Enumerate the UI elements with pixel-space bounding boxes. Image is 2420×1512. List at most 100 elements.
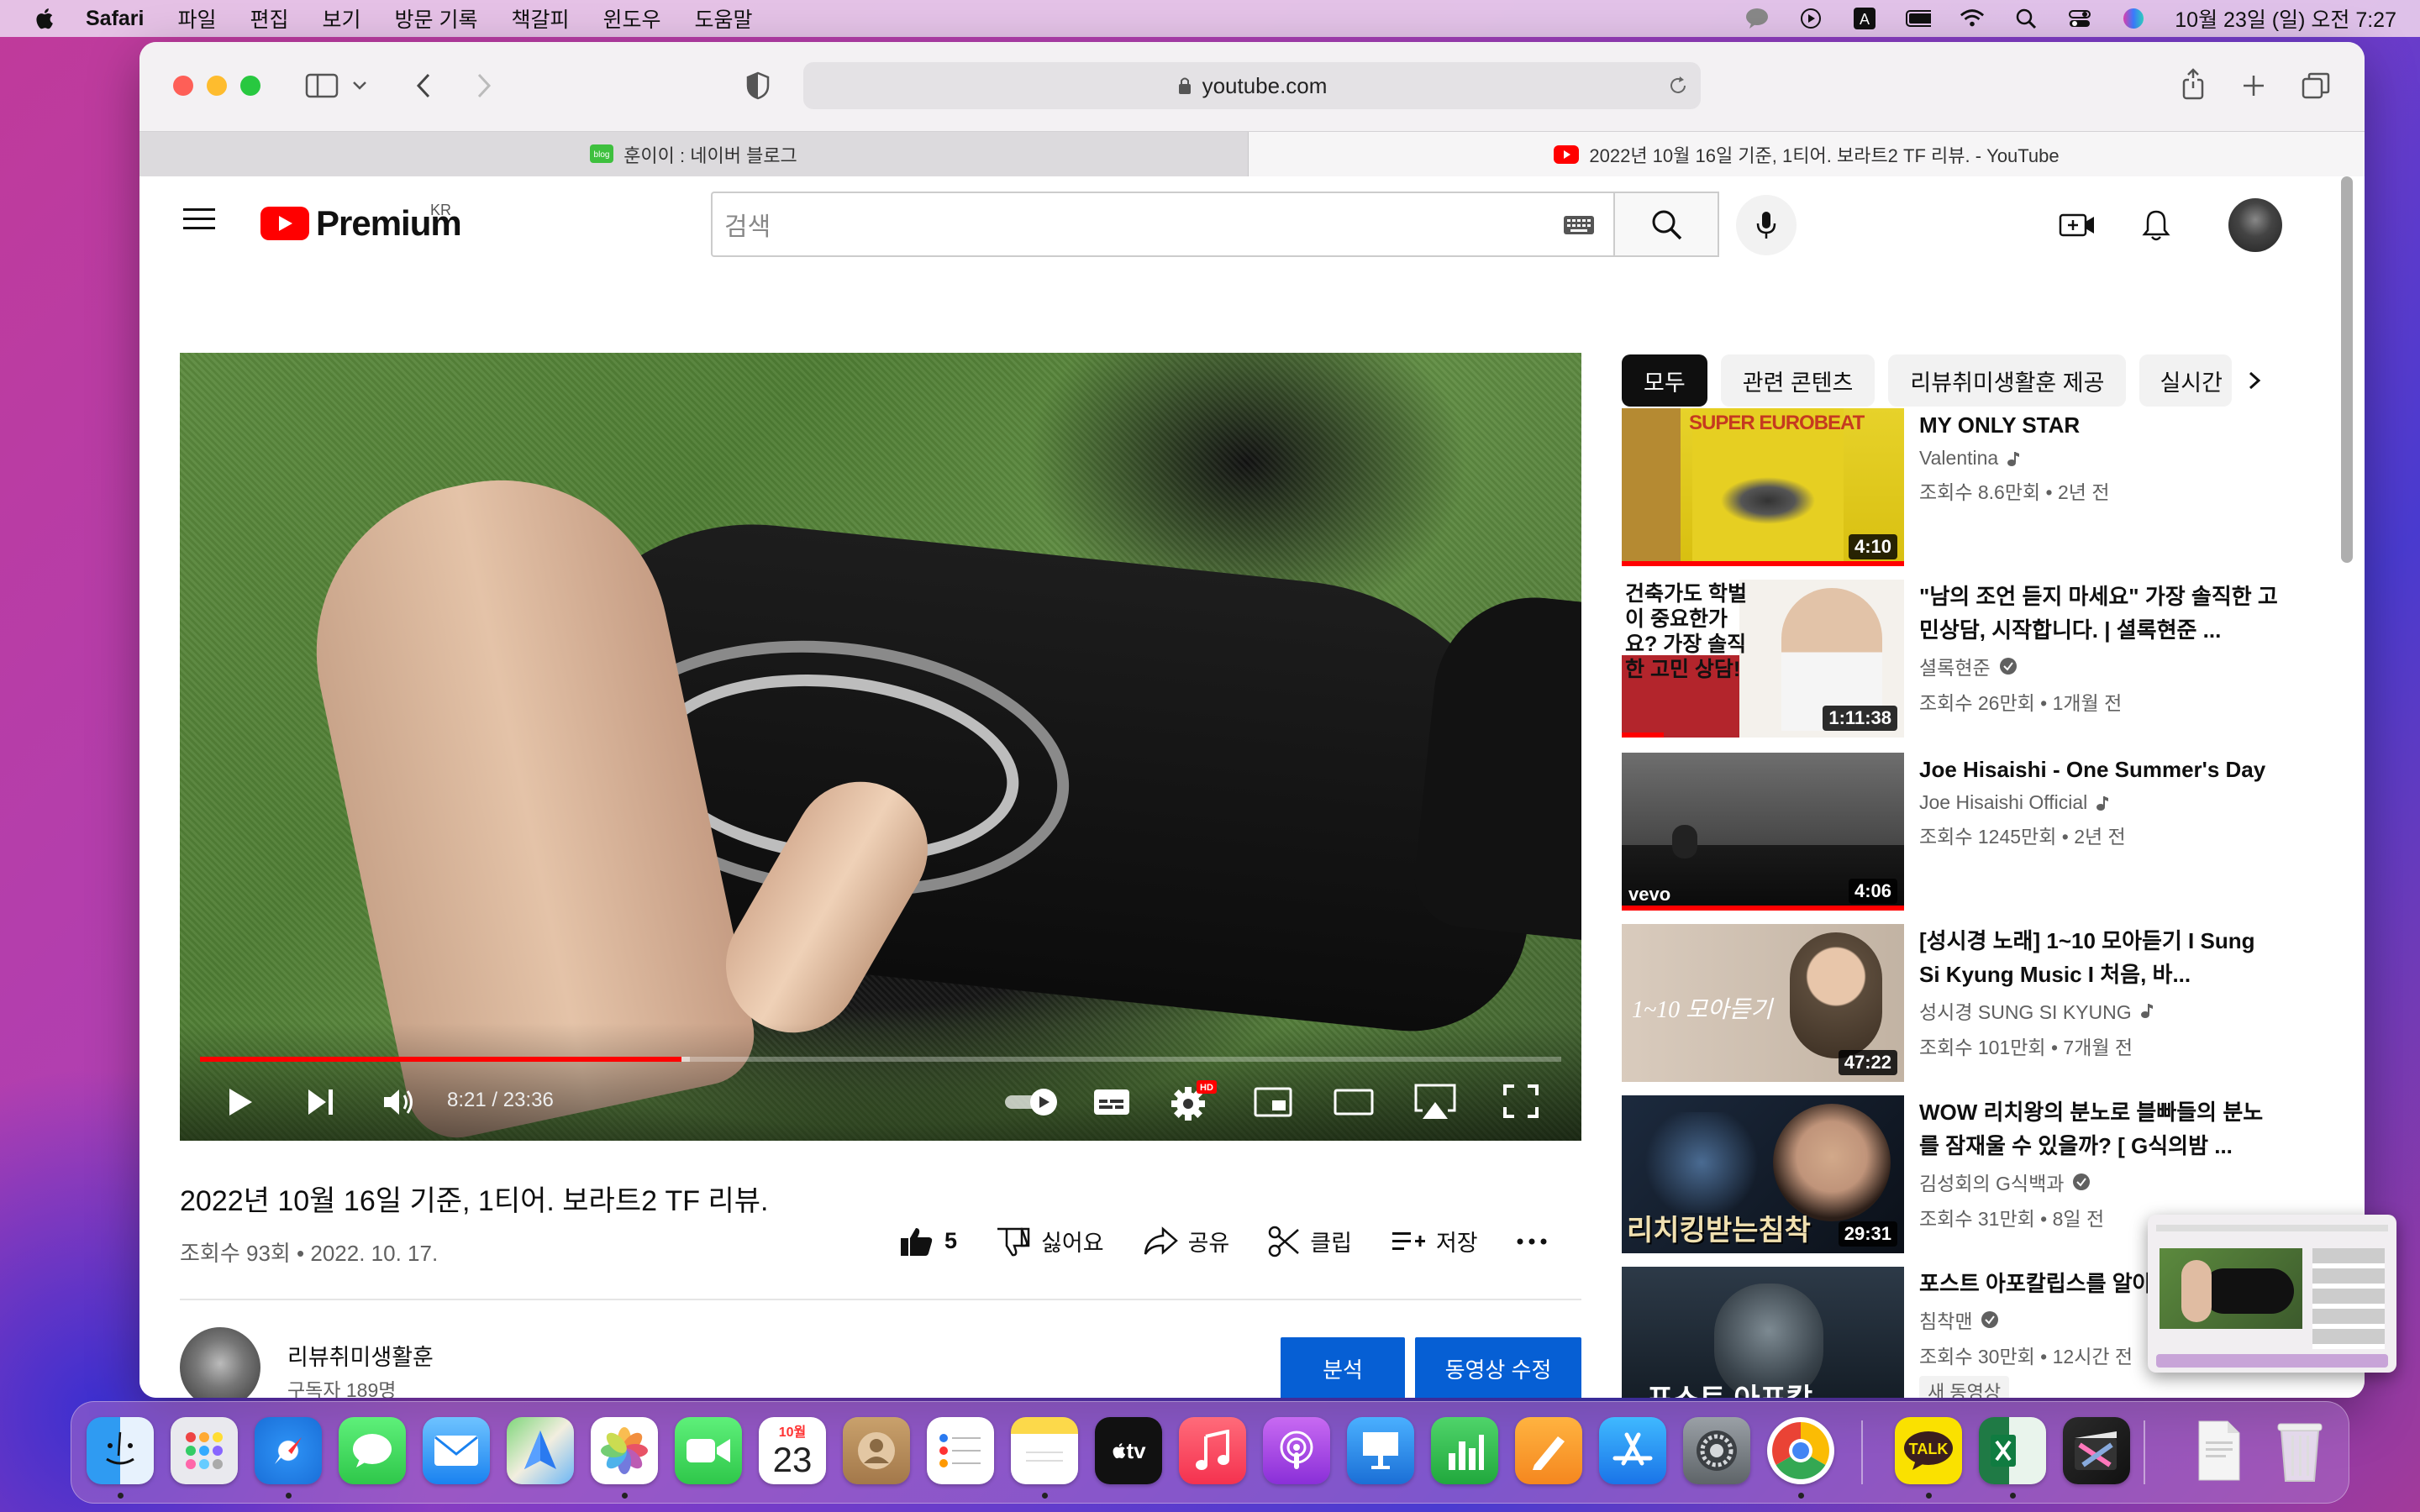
share-icon[interactable]	[2176, 66, 2210, 102]
maps-icon[interactable]	[507, 1417, 574, 1484]
recommendation-item[interactable]: vevo 4:06 Joe Hisaishi - One Summer's Da…	[1622, 753, 2353, 912]
fullscreen-button[interactable]	[1501, 1082, 1541, 1121]
theater-mode-button[interactable]	[1333, 1087, 1375, 1117]
new-tab-icon[interactable]	[2237, 69, 2270, 102]
channel-name[interactable]: 리뷰취미생활훈	[287, 1339, 434, 1372]
chip-related[interactable]: 관련 콘텐츠	[1720, 354, 1876, 407]
recommendation-channel[interactable]: Joe Hisaishi Official	[1919, 791, 2087, 814]
recommendation-item[interactable]: 건축가도 학벌이 중요한가요? 가장 솔직한 고민 상담! 1:11:38 "남…	[1622, 580, 2353, 739]
video-player[interactable]: 8:21 / 23:36 HD	[180, 353, 1581, 1141]
messages-icon[interactable]	[339, 1417, 406, 1484]
app-store-icon[interactable]	[1599, 1417, 1666, 1484]
minimize-window-button[interactable]	[207, 76, 227, 96]
control-center-icon[interactable]	[2067, 8, 2092, 29]
chip-all[interactable]: 모두	[1622, 354, 1707, 407]
clip-button[interactable]: 클립	[1268, 1225, 1352, 1257]
system-preferences-icon[interactable]	[1683, 1417, 1750, 1484]
tab-overview-icon[interactable]	[2299, 69, 2333, 102]
input-source-icon[interactable]: A	[1852, 8, 1877, 29]
recommendation-thumbnail[interactable]: vevo 4:06	[1622, 753, 1904, 911]
like-button[interactable]: 5	[899, 1226, 957, 1257]
kakaotalk-icon[interactable]: TALK	[1895, 1417, 1962, 1484]
close-window-button[interactable]	[173, 76, 193, 96]
miniplayer-button[interactable]	[1252, 1085, 1294, 1119]
notifications-bell-icon[interactable]	[2136, 205, 2176, 245]
hamburger-menu-icon[interactable]	[183, 207, 215, 232]
chip-from-channel[interactable]: 리뷰취미생활훈 제공	[1888, 354, 2127, 407]
youtube-premium-logo[interactable]: Premium KR	[260, 202, 462, 244]
chips-next-chevron-icon[interactable]	[2240, 366, 2269, 395]
edit-video-button[interactable]: 동영상 수정	[1415, 1337, 1581, 1398]
recommendation-channel[interactable]: 침착맨	[1919, 1305, 1972, 1334]
privacy-shield-icon[interactable]	[743, 69, 773, 102]
recommendation-channel[interactable]: 성시경 SUNG SI KYUNG	[1919, 996, 2132, 1025]
notes-icon[interactable]	[1011, 1417, 1078, 1484]
podcasts-icon[interactable]	[1263, 1417, 1330, 1484]
excel-icon[interactable]	[1979, 1417, 2046, 1484]
account-avatar[interactable]	[2228, 198, 2282, 252]
recommendation-thumbnail[interactable]: 건축가도 학벌이 중요한가요? 가장 솔직한 고민 상담! 1:11:38	[1622, 580, 1904, 738]
apple-menu-icon[interactable]	[34, 7, 54, 30]
video-progress-bar[interactable]	[200, 1057, 1561, 1062]
recommendation-title[interactable]: MY ONLY STAR	[1919, 408, 2281, 442]
numbers-icon[interactable]	[1431, 1417, 1498, 1484]
photos-icon[interactable]	[591, 1417, 658, 1484]
music-icon[interactable]	[1179, 1417, 1246, 1484]
play-button[interactable]	[220, 1082, 260, 1122]
recommendation-thumbnail[interactable]: 포스트 아포칼	[1622, 1267, 1904, 1398]
settings-button[interactable]: HD	[1170, 1080, 1217, 1122]
share-button[interactable]: 공유	[1143, 1225, 1229, 1257]
final-cut-icon[interactable]	[2063, 1417, 2130, 1484]
reminders-icon[interactable]	[927, 1417, 994, 1484]
reload-icon[interactable]	[1667, 75, 1689, 97]
now-playing-icon[interactable]	[1798, 8, 1823, 29]
search-button[interactable]	[1615, 192, 1719, 257]
create-video-icon[interactable]	[2057, 205, 2097, 245]
recommendation-thumbnail[interactable]: 1~10 모아듣기 47:22	[1622, 924, 1904, 1082]
menu-help[interactable]: 도움말	[695, 3, 753, 34]
trash-icon[interactable]	[2266, 1417, 2333, 1484]
recommendation-thumbnail[interactable]: SUPER EUROBEAT 4:10	[1622, 408, 1904, 566]
analytics-button[interactable]: 분석	[1281, 1337, 1405, 1398]
wifi-icon[interactable]	[1960, 8, 1985, 29]
calendar-icon[interactable]: 10월 23	[759, 1417, 826, 1484]
keynote-icon[interactable]	[1347, 1417, 1414, 1484]
recommendation-item[interactable]: 1~10 모아듣기 47:22 [성시경 노래] 1~10 모아듣기 I Sun…	[1622, 924, 2353, 1084]
page-scrollbar[interactable]	[2341, 176, 2353, 563]
keyboard-icon[interactable]	[1563, 215, 1595, 235]
recommendation-thumbnail[interactable]: 리치킹받는침착 29:31	[1622, 1095, 1904, 1253]
search-input[interactable]: 검색	[711, 192, 1615, 257]
menu-bookmarks[interactable]: 책갈피	[511, 3, 569, 34]
recommendation-title[interactable]: "남의 조언 듣지 마세요" 가장 솔직한 고민상담, 시작합니다. | 셜록현…	[1919, 580, 2281, 647]
pages-icon[interactable]	[1515, 1417, 1582, 1484]
address-bar[interactable]: youtube.com	[803, 62, 1701, 109]
tab-naver-blog[interactable]: blog 훈이이 : 네이버 블로그	[139, 132, 1249, 177]
chat-status-icon[interactable]	[1744, 8, 1770, 29]
more-actions-button[interactable]	[1517, 1237, 1547, 1246]
tab-youtube[interactable]: 2022년 10월 16일 기준, 1티어. 보라트2 TF 리뷰. - You…	[1249, 132, 2365, 177]
document-file-icon[interactable]	[2186, 1417, 2253, 1484]
forward-button[interactable]	[467, 67, 501, 104]
menu-window[interactable]: 윈도우	[603, 3, 661, 34]
finder-icon[interactable]	[87, 1417, 154, 1484]
recommendation-title[interactable]: [성시경 노래] 1~10 모아듣기 I Sung Si Kyung Music…	[1919, 924, 2281, 991]
siri-icon[interactable]	[2121, 8, 2146, 29]
menu-clock[interactable]: 10월 23일 (일) 오전 7:27	[2175, 3, 2396, 34]
menu-file[interactable]: 파일	[177, 3, 216, 34]
menu-view[interactable]: 보기	[323, 3, 361, 34]
autoplay-toggle[interactable]	[1003, 1087, 1062, 1117]
recommendation-channel[interactable]: 셜록현준	[1919, 652, 1991, 680]
screenshot-preview-thumbnail[interactable]	[2148, 1215, 2396, 1373]
chip-live[interactable]: 실시간	[2139, 354, 2233, 407]
recommendation-channel[interactable]: 김성회의 G식백과	[1919, 1168, 2064, 1196]
chevron-down-icon[interactable]	[350, 76, 370, 96]
contacts-icon[interactable]	[843, 1417, 910, 1484]
recommendation-title[interactable]: WOW 리치왕의 분노로 블빠들의 분노를 잠재울 수 있을까? [ G식의밤 …	[1919, 1095, 2281, 1163]
save-button[interactable]: 저장	[1391, 1225, 1478, 1257]
menu-history[interactable]: 방문 기록	[395, 3, 478, 34]
chrome-icon[interactable]	[1767, 1417, 1834, 1484]
airplay-button[interactable]	[1412, 1080, 1459, 1122]
menu-edit[interactable]: 편집	[250, 3, 289, 34]
dislike-button[interactable]: 싫어요	[996, 1225, 1104, 1257]
zoom-window-button[interactable]	[240, 76, 260, 96]
